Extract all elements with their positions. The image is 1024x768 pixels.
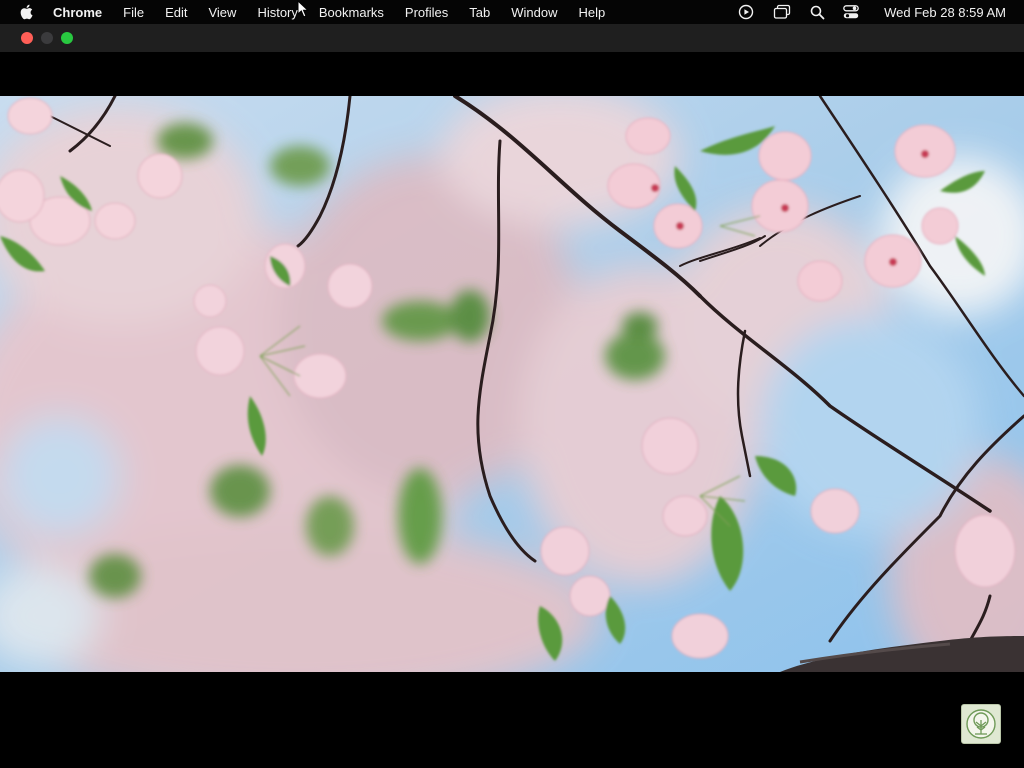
menu-app-name[interactable]: Chrome bbox=[53, 5, 102, 20]
video-player[interactable] bbox=[0, 52, 1024, 768]
menu-help[interactable]: Help bbox=[579, 5, 606, 20]
menu-file[interactable]: File bbox=[123, 5, 144, 20]
menu-history[interactable]: History bbox=[257, 5, 297, 20]
control-center-icon[interactable] bbox=[834, 0, 868, 24]
spotlight-search-icon[interactable] bbox=[800, 0, 834, 24]
menu-bar-clock[interactable]: Wed Feb 28 8:59 AM bbox=[884, 5, 1006, 20]
menu-bar-status-area: Wed Feb 28 8:59 AM bbox=[728, 0, 1024, 24]
video-frame[interactable] bbox=[0, 96, 1024, 672]
menu-profiles[interactable]: Profiles bbox=[405, 5, 448, 20]
cherry-blossom-video-frame bbox=[0, 96, 1024, 672]
apple-logo-icon[interactable] bbox=[19, 4, 33, 20]
window-title-bar bbox=[0, 24, 1024, 52]
window-close-button[interactable] bbox=[21, 32, 33, 44]
screen-mirroring-icon[interactable] bbox=[764, 0, 800, 24]
menu-edit[interactable]: Edit bbox=[165, 5, 187, 20]
menu-window[interactable]: Window bbox=[511, 5, 557, 20]
screen: Chrome File Edit View History Bookmarks … bbox=[0, 0, 1024, 768]
menu-view[interactable]: View bbox=[208, 5, 236, 20]
play-circle-icon[interactable] bbox=[728, 0, 764, 24]
menu-tab[interactable]: Tab bbox=[469, 5, 490, 20]
menu-bookmarks[interactable]: Bookmarks bbox=[319, 5, 384, 20]
window-minimize-button[interactable] bbox=[41, 32, 53, 44]
menu-bar: Chrome File Edit View History Bookmarks … bbox=[0, 0, 1024, 24]
tree-logo-icon[interactable] bbox=[961, 704, 1001, 744]
window-zoom-button[interactable] bbox=[61, 32, 73, 44]
